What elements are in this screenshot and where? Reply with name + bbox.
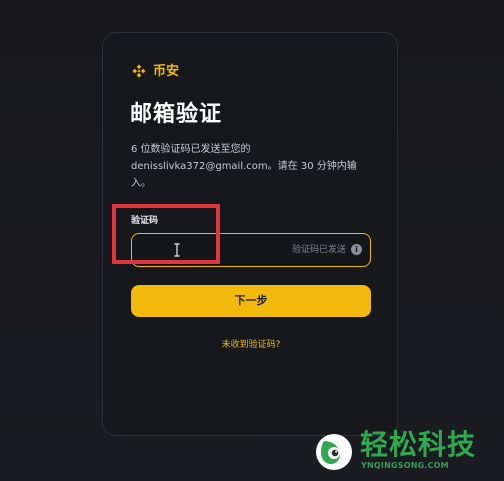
brand-name: 币安 <box>153 64 180 79</box>
info-icon[interactable]: i <box>351 244 362 255</box>
verification-code-input[interactable] <box>142 234 272 266</box>
leaf-logo-icon <box>314 432 354 472</box>
watermark-text-group: 轻松科技 YNQINGSONG.COM <box>360 430 498 474</box>
verification-description: 6 位数验证码已发送至您的 denisslivka372@gmail.com。请… <box>131 144 357 189</box>
code-not-received-link[interactable]: 未收到验证码? <box>103 339 399 351</box>
brand-header: 币安 <box>131 63 179 81</box>
page-title: 邮箱验证 <box>130 102 223 127</box>
verification-code-input-wrapper[interactable]: 验证码已发送 i <box>131 233 371 267</box>
watermark-subtitle: YNQINGSONG.COM <box>361 461 449 470</box>
binance-logo-icon <box>131 64 147 80</box>
site-watermark: 轻松科技 YNQINGSONG.COM <box>312 428 498 476</box>
binance-logo-icon-svg <box>132 64 146 78</box>
watermark-title: 轻松科技 <box>360 428 477 461</box>
screen-root: 币安 邮箱验证 6 位数验证码已发送至您的 denisslivka372@gma… <box>0 0 504 481</box>
verification-code-label: 验证码 <box>131 216 159 226</box>
leaf-logo-icon-svg <box>316 434 352 470</box>
text-cursor-icon-svg <box>174 243 180 257</box>
code-sent-hint: 验证码已发送 <box>291 245 346 255</box>
next-step-button[interactable]: 下一步 <box>131 285 371 317</box>
email-verification-card: 币安 邮箱验证 6 位数验证码已发送至您的 denisslivka372@gma… <box>102 32 398 436</box>
text-cursor-icon <box>171 242 183 258</box>
